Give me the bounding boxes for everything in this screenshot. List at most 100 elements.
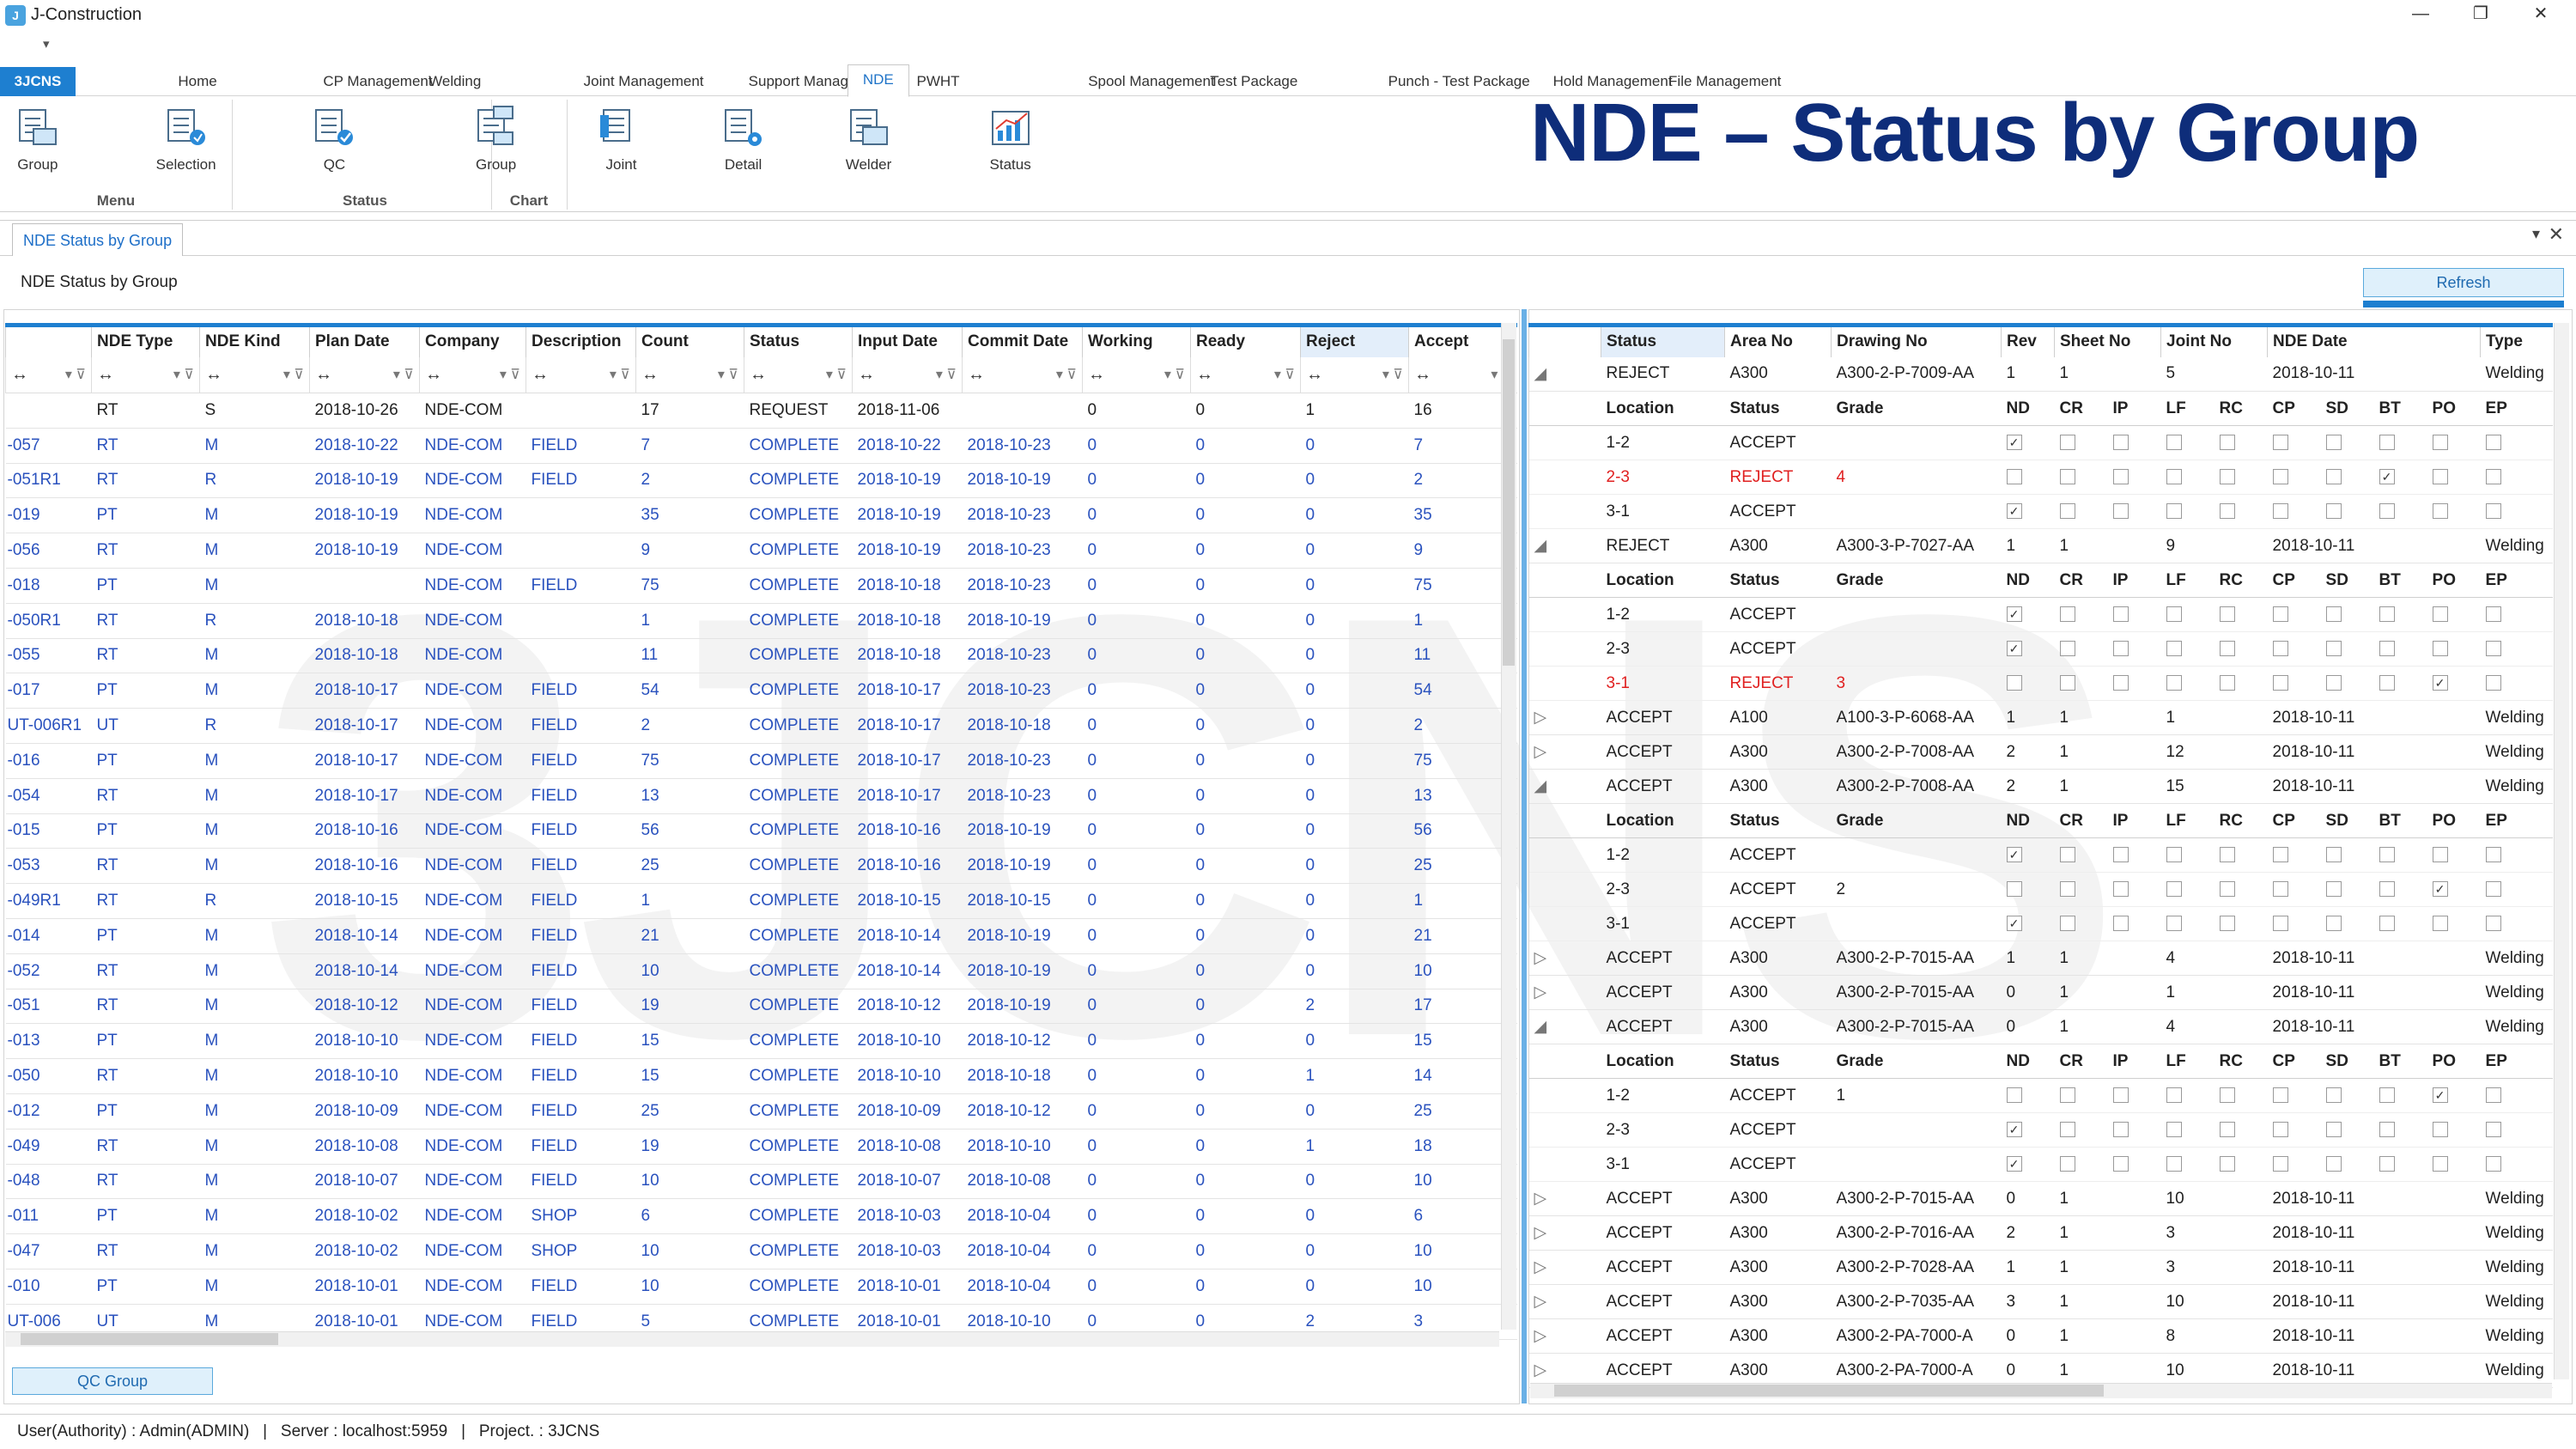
expand-icon[interactable]: ▷ xyxy=(1528,1215,1601,1251)
detail-row[interactable]: 1-2 ACCEPT ✓ xyxy=(1528,837,2553,873)
table-row[interactable]: -051 RT M 2018-10-12 NDE-COM FIELD 19 COMPLETE 2… xyxy=(5,989,1517,1025)
chevron-down-icon[interactable]: ▾ xyxy=(2532,225,2540,243)
table-row[interactable]: -014 PT M 2018-10-14 NDE-COM FIELD 21 COMPLETE 2… xyxy=(5,918,1517,954)
checked-checkbox[interactable]: ✓ xyxy=(2432,881,2448,898)
checkbox[interactable] xyxy=(2219,435,2235,451)
detail-column-header[interactable]: PO xyxy=(2427,563,2481,598)
checkbox[interactable] xyxy=(2432,606,2448,623)
tab-pwht[interactable]: PWHT xyxy=(917,67,960,96)
detail-column-header[interactable]: CP xyxy=(2267,1044,2321,1079)
detail-column-header[interactable]: BT xyxy=(2373,803,2427,838)
tab-welding[interactable]: Welding xyxy=(428,67,481,96)
column-header[interactable]: Rev xyxy=(2001,323,2055,357)
table-row[interactable]: -050 RT M 2018-10-10 NDE-COM FIELD 15 COMPLETE 2… xyxy=(5,1058,1517,1094)
column-header[interactable]: Company xyxy=(419,323,526,357)
column-header[interactable]: Ready xyxy=(1190,323,1301,357)
column-header[interactable]: Joint No xyxy=(2160,323,2268,357)
checkbox[interactable] xyxy=(2059,1156,2075,1172)
tab-test-package[interactable]: Test Package xyxy=(1210,67,1297,96)
detail-column-header[interactable]: CP xyxy=(2267,391,2321,426)
joint-row[interactable]: ▷ ACCEPT A300 A300-2-P-7035-AA 3 1 10 2018-10-1… xyxy=(1528,1284,2553,1319)
checkbox[interactable] xyxy=(2219,1122,2235,1138)
detail-row[interactable]: 3-1 REJECT 3 ✓ xyxy=(1528,666,2553,701)
tab-cp-management[interactable]: CP Management xyxy=(323,67,432,96)
joint-row[interactable]: ▷ ACCEPT A300 A300-2-P-7015-AA 1 1 4 2018-10-11… xyxy=(1528,941,2553,976)
checked-checkbox[interactable]: ✓ xyxy=(2432,1087,2448,1104)
detail-column-header[interactable]: ND xyxy=(2001,1044,2055,1079)
filter-cell[interactable]: ↔ ▾ ⊽ xyxy=(419,356,526,393)
collapse-icon[interactable]: ◢ xyxy=(1528,769,1601,804)
column-header[interactable]: NDE Kind xyxy=(199,323,310,357)
right-vertical-scrollbar[interactable] xyxy=(2554,323,2569,1379)
detail-column-header[interactable]: Status xyxy=(1724,803,1832,838)
checked-checkbox[interactable]: ✓ xyxy=(2006,1156,2022,1172)
ribbon-selection-button[interactable]: Selection xyxy=(152,103,221,174)
table-row[interactable]: -051R1 RT R 2018-10-19 NDE-COM FIELD 2 COMPLETE… xyxy=(5,463,1517,499)
checkbox[interactable] xyxy=(2166,469,2182,485)
table-row[interactable]: -019 PT M 2018-10-19 NDE-COM 35 COMPLETE 2018-1… xyxy=(5,497,1517,534)
detail-column-header[interactable]: Status xyxy=(1724,1044,1832,1079)
detail-column-header[interactable]: Grade xyxy=(1831,1044,2002,1079)
minimize-button[interactable]: — xyxy=(2399,0,2442,29)
checkbox[interactable] xyxy=(2059,1122,2075,1138)
checkbox[interactable] xyxy=(2166,881,2182,898)
tab-nde[interactable]: NDE xyxy=(847,64,909,97)
checkbox[interactable] xyxy=(2379,675,2395,691)
joint-row[interactable]: ◢ ACCEPT A300 A300-2-P-7015-AA 0 1 4 2018-10-11… xyxy=(1528,1009,2553,1044)
detail-column-header[interactable]: RC xyxy=(2214,1044,2268,1079)
restore-button[interactable]: ❐ xyxy=(2459,0,2502,29)
checkbox[interactable] xyxy=(2432,503,2448,520)
table-row[interactable]: -049R1 RT R 2018-10-15 NDE-COM FIELD 1 COMPLETE… xyxy=(5,883,1517,919)
checkbox[interactable] xyxy=(2379,916,2395,932)
checkbox[interactable] xyxy=(2059,675,2075,691)
checkbox[interactable] xyxy=(2112,503,2129,520)
checked-checkbox[interactable]: ✓ xyxy=(2379,469,2395,485)
table-row[interactable]: -057 RT M 2018-10-22 NDE-COM FIELD 7 COMPLETE 20… xyxy=(5,428,1517,464)
detail-column-header[interactable]: CR xyxy=(2054,391,2108,426)
checkbox[interactable] xyxy=(2166,641,2182,657)
column-header[interactable]: NDE Type xyxy=(91,323,200,357)
checkbox[interactable] xyxy=(2325,675,2342,691)
column-header[interactable]: Commit Date xyxy=(962,323,1083,357)
checkbox[interactable] xyxy=(2485,881,2501,898)
detail-row[interactable]: 3-1 ACCEPT ✓ xyxy=(1528,494,2553,529)
checkbox[interactable] xyxy=(2219,469,2235,485)
checkbox[interactable] xyxy=(2325,606,2342,623)
filter-cell[interactable]: ↔ ▾ ⊽ xyxy=(852,356,963,393)
checked-checkbox[interactable]: ✓ xyxy=(2006,847,2022,863)
checkbox[interactable] xyxy=(2166,435,2182,451)
detail-column-header[interactable]: Location xyxy=(1601,803,1725,838)
checkbox[interactable] xyxy=(2272,435,2288,451)
checkbox[interactable] xyxy=(2006,675,2022,691)
tab-joint-management[interactable]: Joint Management xyxy=(584,67,704,96)
checkbox[interactable] xyxy=(2432,1156,2448,1172)
checkbox[interactable] xyxy=(2272,675,2288,691)
detail-column-header[interactable]: CR xyxy=(2054,1044,2108,1079)
checkbox[interactable] xyxy=(2166,916,2182,932)
checkbox[interactable] xyxy=(2166,675,2182,691)
detail-column-header[interactable]: Grade xyxy=(1831,563,2002,598)
expand-icon[interactable]: ▷ xyxy=(1528,941,1601,976)
column-header[interactable]: Sheet No xyxy=(2053,323,2161,357)
detail-column-header[interactable]: LF xyxy=(2160,803,2215,838)
checked-checkbox[interactable]: ✓ xyxy=(2006,916,2022,932)
checkbox[interactable] xyxy=(2112,469,2129,485)
column-header[interactable] xyxy=(1528,323,1601,357)
table-row[interactable]: -052 RT M 2018-10-14 NDE-COM FIELD 10 COMPLETE 2… xyxy=(5,953,1517,989)
checkbox[interactable] xyxy=(2219,606,2235,623)
detail-row[interactable]: 3-1 ACCEPT ✓ xyxy=(1528,906,2553,941)
detail-column-header[interactable]: IP xyxy=(2107,391,2161,426)
checkbox[interactable] xyxy=(2219,641,2235,657)
column-header[interactable]: Type xyxy=(2480,323,2553,357)
checkbox[interactable] xyxy=(2219,881,2235,898)
checkbox[interactable] xyxy=(2112,881,2129,898)
detail-column-header[interactable]: LF xyxy=(2160,391,2215,426)
detail-row[interactable]: 3-1 ACCEPT ✓ xyxy=(1528,1147,2553,1182)
table-row[interactable]: -048 RT M 2018-10-07 NDE-COM FIELD 10 COMPLETE 2… xyxy=(5,1164,1517,1200)
filter-cell[interactable]: ↔ ▾ ⊽ xyxy=(199,356,310,393)
detail-column-header[interactable]: EP xyxy=(2480,391,2553,426)
expand-icon[interactable]: ▷ xyxy=(1528,1181,1601,1216)
collapse-icon[interactable]: ◢ xyxy=(1528,1009,1601,1044)
checkbox[interactable] xyxy=(2059,847,2075,863)
checkbox[interactable] xyxy=(2485,435,2501,451)
